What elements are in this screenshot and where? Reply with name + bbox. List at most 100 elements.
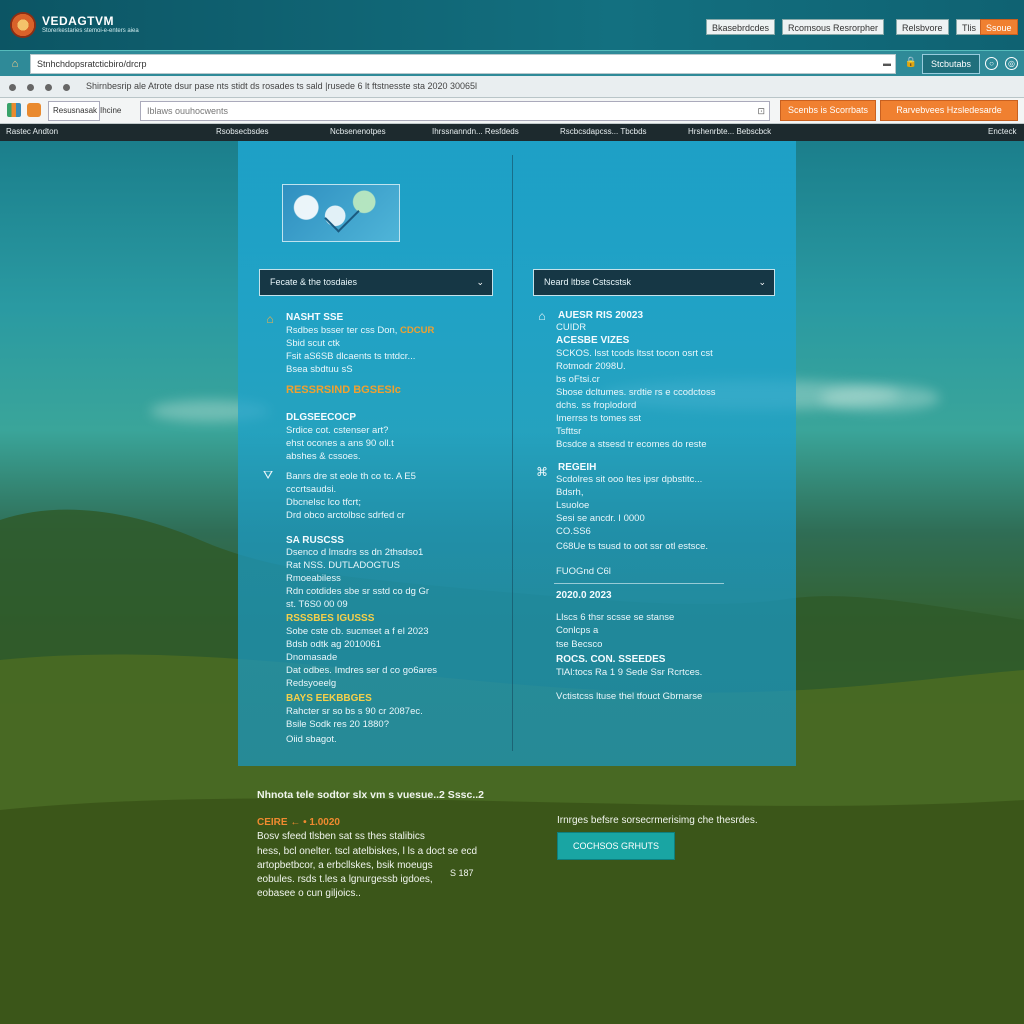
cta-button[interactable]: COCHSOS GRHUTS [557, 832, 675, 860]
url-text: Stnhchdopsratcticbiro/drcrp [37, 59, 147, 69]
menu-item-2[interactable]: Ncbsenenotpes [330, 127, 386, 136]
text-line: bs oFtsi.cr [556, 374, 600, 385]
go-button[interactable]: Stcbutabs [922, 54, 980, 74]
highlight-heading: BAYS EEKBBGES [286, 693, 372, 704]
footer-highlight: CEIRE ← • 1.0020 [257, 817, 340, 828]
text-line: FUOGnd C6l [556, 566, 611, 577]
menu-item-1[interactable]: Rsobsecbsdes [216, 127, 268, 136]
text-line: ehst ocones a ans 90 oll.t [286, 438, 394, 449]
text-line: Rmoeabiless [286, 573, 341, 584]
section-heading: NASHT SSE [286, 312, 344, 323]
text-line: Srdice cot. cstenser art? [286, 425, 389, 436]
main-panel: Fecate & the tosdaies ⌄ Neard ltbse Csts… [238, 141, 796, 766]
menu-left[interactable]: Rastec Andton [6, 127, 58, 136]
section-heading: ROCS. CON. SSEEDES [556, 654, 666, 665]
header-button-1[interactable]: Bkasebrdcdes [706, 19, 776, 35]
text-line: Sbid scut ctk [286, 338, 340, 349]
section-heading: REGEIH [558, 462, 597, 473]
header-button-2[interactable]: Rcomsous Resrorpher [782, 19, 885, 35]
text-line: C68Ue ts tsusd to oot ssr otl estsce. [556, 541, 709, 552]
section-heading: 2020.0 2023 [556, 590, 612, 601]
info-icon[interactable]: ○ [985, 57, 998, 70]
footer-line: eobasee o cun giljoics.. [257, 888, 361, 899]
toolbar: Resusnasak Ihcine Iblaws ouuhocwents ⊡ S… [0, 98, 1024, 124]
window-dot-icon[interactable] [27, 84, 34, 91]
url-input[interactable]: Stnhchdopsratcticbiro/drcrp ▬ [30, 54, 896, 74]
text-line: Dbcnelsc lco tfcrt; [286, 497, 361, 508]
search-input[interactable]: Iblaws ouuhocwents ⊡ [140, 101, 770, 121]
text-line: abshes & cssoes. [286, 451, 361, 462]
dropdown-icon[interactable]: ▬ [883, 55, 891, 73]
text-line: Bsile Sodk res 20 1880? [286, 719, 389, 730]
box-icon[interactable] [27, 103, 41, 117]
toolbar-button-2[interactable]: Rarvebvees Hzsledesarde [880, 100, 1018, 121]
lock-icon[interactable]: 🔒 [904, 57, 918, 71]
basket-icon: ⛛ [262, 468, 274, 482]
logo-icon [10, 12, 36, 38]
window-dot-icon[interactable] [9, 84, 16, 91]
text-line: Llscs 6 thsr scsse se stanse [556, 612, 675, 623]
settings-icon[interactable]: ◎ [1005, 57, 1018, 70]
text-line: Tsfttsr [556, 426, 582, 437]
address-bar-row: ⌂ Stnhchdopsratcticbiro/drcrp ▬ 🔒 Stcbut… [0, 50, 1024, 76]
header-button-3[interactable]: Relsbvore [896, 19, 949, 35]
footer-right-text: Irnrges befsre sorsecrmerisimg che thesr… [557, 815, 758, 826]
menu-item-3[interactable]: Ihrssnanndn... Resfdeds [432, 127, 519, 136]
window-dot-icon[interactable] [63, 84, 70, 91]
section-heading: DLGSEECOCP [286, 412, 357, 423]
header-button-5[interactable]: Ssoue [980, 19, 1018, 35]
tag-icon: ⌘ [536, 465, 548, 479]
location-label: Ihcine [100, 106, 122, 115]
text-line: Imerrss ts tomes sst [556, 413, 641, 424]
text-line: Rahcter sr so bs s 90 cr 2087ec. [286, 706, 423, 717]
header-button-4[interactable]: Tlis [956, 19, 982, 35]
text-line: Lsuoloe [556, 500, 590, 511]
section-heading: AUESR RIS 20023 [558, 310, 644, 321]
text-line: Conlcps a [556, 625, 599, 636]
text-line: Oiid sbagot. [286, 734, 337, 745]
search-icon[interactable]: ⊡ [757, 102, 765, 120]
section-heading: ACESBE VIZES [556, 335, 630, 346]
text-line: Bdsb odtk ag 2010061 [286, 639, 382, 650]
chevron-down-icon: ⌄ [476, 277, 484, 287]
text-line: st. T6S0 00 09 [286, 599, 348, 610]
menu-item-5[interactable]: Hrshenrbte... Bebscbck [688, 127, 771, 136]
text-line: Drd obco arctolbsc sdrfed cr [286, 510, 405, 521]
right-select[interactable]: Neard ltbse Cstscstsk ⌄ [533, 269, 775, 296]
text-line: Sobe cste cb. sucmset a f el 2023 [286, 626, 429, 637]
brand-title: VEDAGTVM [42, 14, 115, 28]
text-line: Vctistcss ltuse thel tfouct Gbrnarse [556, 691, 703, 702]
text-line: Bsea sbdtuu sS [286, 364, 353, 375]
text-line: cccrtsaudsi. [286, 484, 337, 495]
text-line: Banrs dre st eole th co tc. A E5 [286, 471, 416, 482]
home-icon[interactable]: ⌂ [8, 57, 22, 71]
left-select[interactable]: Fecate & the tosdaies ⌄ [259, 269, 493, 296]
text-line: dchs. ss froplodord [556, 400, 637, 411]
separator [554, 583, 724, 584]
grid-icon[interactable] [7, 103, 21, 117]
text-line: Fsit aS6SB dlcaents ts tntdcr... [286, 351, 416, 362]
menu-item-4[interactable]: Rscbcsdapcss... Tbcbds [560, 127, 647, 136]
text-line: Scdolres sit ooo ltes ipsr dpbstitc... [556, 474, 703, 485]
menu-right[interactable]: Encteck [988, 127, 1016, 136]
search-placeholder: Iblaws ouuhocwents [147, 106, 229, 116]
column-divider [512, 155, 513, 751]
text-line: CUIDR [556, 322, 587, 333]
text-line: Rat NSS. DUTLADOGTUS [286, 560, 401, 571]
text-line: Rotmodr 2098U. [556, 361, 626, 372]
text-line: Sesi se ancdr. I 0000 [556, 513, 645, 524]
footer-title: Nhnota tele sodtor slx vm s vuesue..2 Ss… [257, 789, 485, 801]
chevron-down-icon: ⌄ [758, 277, 766, 287]
text-line: TlAl:tocs Ra 1 9 Sede Ssr Rcrtces. [556, 667, 703, 678]
text-line: CO.SS6 [556, 526, 591, 537]
text-line: Sbose dcltumes. srdtie rs e ccodctoss [556, 387, 716, 398]
location-field[interactable]: Resusnasak [48, 101, 100, 121]
home-outline-icon: ⌂ [538, 309, 546, 323]
right-select-value: Neard ltbse Cstscstsk [544, 277, 632, 287]
window-dot-icon[interactable] [45, 84, 52, 91]
toolbar-button-1[interactable]: Scenbs is Scorrbats [780, 100, 876, 121]
text-line: Bdsrh, [556, 487, 584, 498]
map-thumbnail[interactable] [282, 184, 400, 242]
text-line: SCKOS. lsst tcods ltsst tocon osrt cst [556, 348, 713, 359]
top-banner: VEDAGTVM Storerkestaries stemoi-e-enters… [0, 0, 1024, 50]
